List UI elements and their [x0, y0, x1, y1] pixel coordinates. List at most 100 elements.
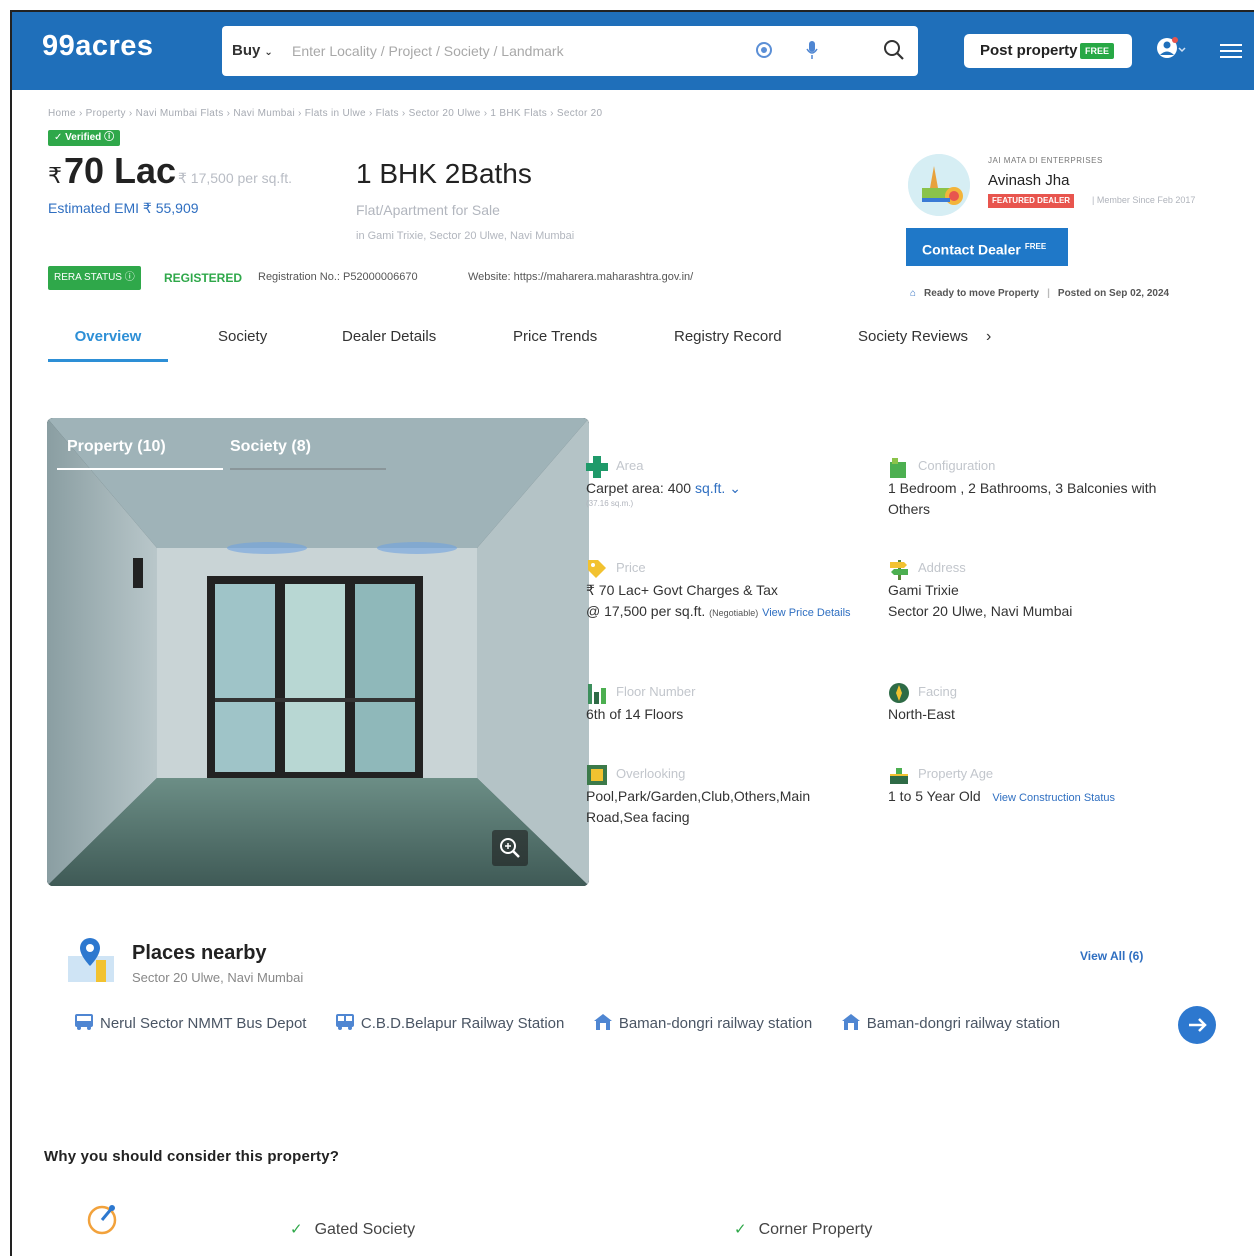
- estimated-emi-link[interactable]: Estimated EMI ₹ 55,909: [48, 200, 199, 217]
- search-icon[interactable]: [882, 38, 906, 62]
- property-status-line: ⌂ Ready to move Property | Posted on Sep 02…: [910, 288, 1169, 299]
- verified-badge[interactable]: ✓ Verified ⓘ: [48, 130, 121, 146]
- address-value: Gami Trixie Sector 20 Ulwe, Navi Mumbai: [888, 580, 1188, 622]
- top-header: 99acres Buy⌄ Post property FREE: [12, 12, 1254, 90]
- price-rate: @ 17,500 per sq.ft.: [586, 603, 706, 619]
- place-chip[interactable]: Baman-dongri railway station: [841, 1008, 1060, 1040]
- tab-dealer-details[interactable]: Dealer Details: [342, 328, 436, 359]
- places-nearby-title: Places nearby: [132, 942, 267, 964]
- section-tabs: Overview Society Dealer Details Price Tr…: [48, 328, 1228, 368]
- area-sqm: (37.16 sq.m.): [586, 499, 634, 508]
- signpost-icon: [890, 560, 908, 580]
- tab-registry-record[interactable]: Registry Record: [674, 328, 782, 359]
- search-bar: Buy ⌄: [222, 26, 918, 76]
- zoom-button[interactable]: [492, 830, 528, 866]
- station-icon: [593, 1014, 612, 1030]
- configuration-value: 1 Bedroom , 2 Bathrooms, 3 Balconies wit…: [888, 480, 1157, 517]
- gallery-tab-property[interactable]: Property (10): [67, 438, 166, 456]
- property-photo-gallery[interactable]: [47, 418, 589, 886]
- area-icon: [586, 456, 608, 478]
- area-unit-label: sq.ft.: [694, 480, 726, 496]
- view-price-details-link[interactable]: View Price Details: [762, 607, 850, 619]
- tab-price-trends[interactable]: Price Trends: [513, 328, 597, 359]
- view-construction-status-link[interactable]: View Construction Status: [992, 792, 1115, 804]
- place-chip-label: Nerul Sector NMMT Bus Depot: [100, 1015, 307, 1032]
- place-chip-label: C.B.D.Belapur Railway Station: [360, 1015, 565, 1032]
- floor-value: 6th of 14 Floors: [586, 706, 684, 722]
- rera-website[interactable]: Website: https://maharera.maharashtra.go…: [468, 271, 693, 283]
- gallery-tab-society[interactable]: Society (8): [230, 438, 311, 456]
- user-account-icon[interactable]: [1156, 36, 1186, 64]
- dealer-company: JAI MATA DI ENTERPRISES: [988, 156, 1103, 165]
- price-label: Price: [616, 560, 646, 575]
- place-chip[interactable]: Baman-dongri railway station: [593, 1008, 812, 1040]
- area-label: Area: [616, 458, 644, 473]
- hamburger-menu-icon[interactable]: [1220, 42, 1242, 60]
- locate-me-icon[interactable]: [756, 42, 772, 58]
- contact-dealer-button[interactable]: Contact Dealer FREE: [906, 228, 1068, 266]
- free-badge: FREE: [1079, 43, 1114, 59]
- posted-date: Posted on Sep 02, 2024: [1057, 288, 1170, 299]
- check-icon: ✓: [734, 1221, 747, 1238]
- tab-indicator: [230, 468, 386, 470]
- rera-registered-label: REGISTERED: [164, 271, 243, 285]
- property-title: 1 BHK 2Baths: [356, 158, 532, 189]
- member-since: | Member Since Feb 2017: [1092, 195, 1196, 205]
- search-type-label: Buy: [232, 42, 261, 59]
- feature-label: Gated Society: [314, 1221, 416, 1238]
- featured-dealer-badge: FEATURED DEALER: [988, 194, 1075, 208]
- view-all-places-link[interactable]: View All (6): [1080, 949, 1143, 963]
- tab-overview[interactable]: Overview: [48, 328, 168, 362]
- floor-label: Floor Number: [616, 684, 696, 699]
- facing-label: Facing: [918, 684, 958, 699]
- carousel-next-button[interactable]: [1178, 1006, 1216, 1044]
- detail-property-age: Property Age 1 to 5 Year Old View Constr…: [888, 764, 1208, 809]
- chevron-down-icon: ⌄: [264, 47, 273, 58]
- tab-society[interactable]: Society: [218, 328, 267, 359]
- dealer-name[interactable]: Avinash Jha: [988, 172, 1069, 189]
- detail-price: Price ₹ 70 Lac+ Govt Charges & Tax @ 17,…: [586, 558, 876, 624]
- microphone-icon[interactable]: [806, 40, 818, 60]
- rera-status-badge[interactable]: RERA STATUS ⓘ: [48, 266, 141, 290]
- address-locality: Sector 20 Ulwe, Navi Mumbai: [888, 603, 1073, 619]
- area-unit-dropdown[interactable]: sq.ft. ⌄: [695, 480, 741, 496]
- why-consider-title: Why you should consider this property?: [44, 1148, 340, 1165]
- chevron-right-icon[interactable]: ›: [986, 328, 991, 346]
- breadcrumb[interactable]: Home › Property › Navi Mumbai Flats › Na…: [48, 108, 602, 119]
- search-input[interactable]: [292, 38, 742, 64]
- home-icon: ⌂: [910, 288, 917, 299]
- configuration-label: Configuration: [918, 458, 996, 473]
- facing-value: North-East: [888, 706, 955, 722]
- feature-item: ✓ Gated Society: [290, 1220, 415, 1239]
- place-chip-label: Baman-dongri railway station: [618, 1015, 813, 1032]
- configuration-icon: [890, 458, 906, 478]
- area-value: Carpet area: 400 sq.ft. ⌄: [586, 478, 866, 499]
- post-property-label: Post property: [980, 42, 1078, 59]
- bus-icon: [75, 1014, 93, 1030]
- rupee-symbol: ₹: [48, 163, 62, 188]
- compass-icon: [889, 683, 909, 703]
- registration-number: Registration No.: P52000006670: [258, 271, 418, 283]
- place-chip[interactable]: Nerul Sector NMMT Bus Depot: [74, 1008, 306, 1040]
- property-address: in Gami Trixie, Sector 20 Ulwe, Navi Mum…: [356, 230, 575, 242]
- detail-floor: Floor Number 6th of 14 Floors: [586, 682, 866, 725]
- place-chip[interactable]: C.B.D.Belapur Railway Station: [335, 1008, 564, 1040]
- address-label: Address: [918, 560, 966, 575]
- floor-icon: [588, 684, 606, 704]
- price-total: ₹ 70 Lac+ Govt Charges & Tax: [586, 582, 778, 598]
- post-property-button[interactable]: Post property FREE: [964, 34, 1132, 68]
- room-photo: [47, 418, 589, 886]
- divider: |: [1047, 288, 1050, 299]
- property-age-value: 1 to 5 Year Old View Construction Status: [888, 786, 1208, 809]
- property-age-icon: [890, 768, 908, 784]
- tab-society-reviews[interactable]: Society Reviews: [858, 328, 968, 359]
- detail-area: Area Carpet area: 400 sq.ft. ⌄ (37.16 sq…: [586, 456, 866, 508]
- active-tab-indicator: [57, 468, 223, 470]
- search-type-dropdown[interactable]: Buy ⌄: [232, 42, 273, 59]
- site-logo[interactable]: 99acres: [42, 30, 154, 63]
- price-value: 70 Lac: [64, 150, 177, 191]
- train-icon: [335, 1014, 354, 1030]
- badge-check-icon: [87, 1205, 117, 1235]
- detail-configuration: Configuration 1 Bedroom , 2 Bathrooms, 3…: [888, 456, 1188, 520]
- feature-label: Corner Property: [758, 1221, 873, 1238]
